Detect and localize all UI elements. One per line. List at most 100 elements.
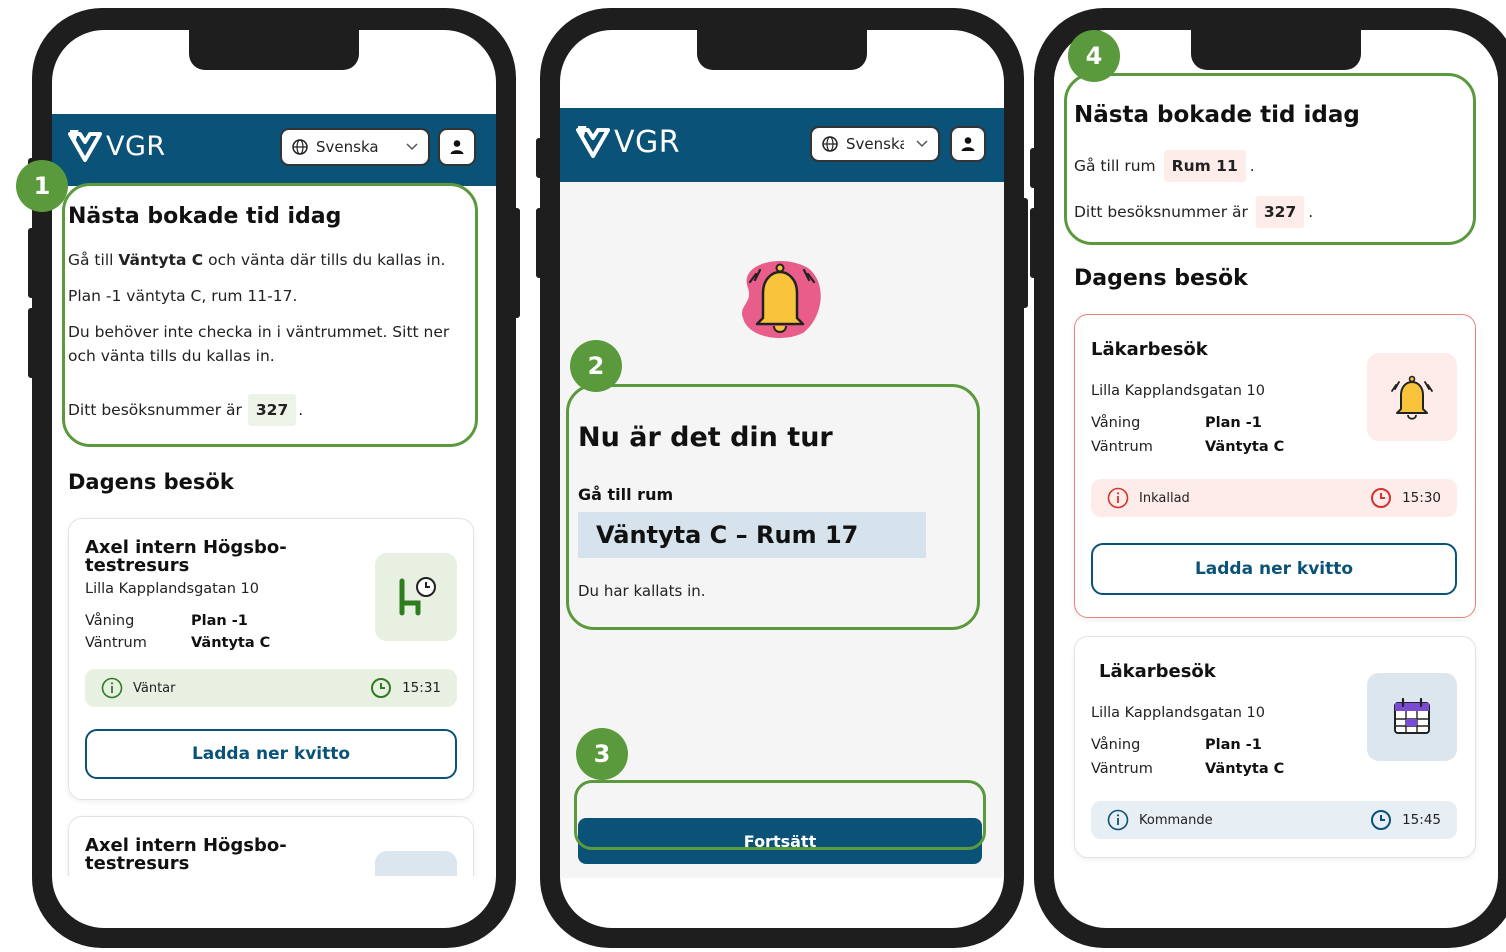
room-label: Väntrum	[1091, 439, 1153, 455]
app-header: VGR Svenska	[560, 108, 1004, 182]
app-viewport: VGR Svenska Nästa bokade tid idag Gå til…	[52, 114, 496, 876]
appointment-time: 15:31	[370, 677, 441, 699]
tutorial-canvas: VGR Svenska Nästa bokade tid idag Gå til…	[0, 0, 1506, 952]
goto-room-label: Gå till rum	[1074, 157, 1156, 175]
phone-screen-1: VGR Svenska Nästa bokade tid idag Gå til…	[52, 30, 496, 928]
language-select[interactable]: Svenska	[280, 128, 430, 166]
room-label: Väntrum	[1091, 761, 1153, 777]
visit-number: 327	[247, 394, 297, 427]
user-button[interactable]	[438, 128, 476, 166]
app-viewport: Nästa bokade tid idag Gå till rum Rum 11…	[1054, 70, 1498, 878]
phone-notch	[697, 30, 867, 70]
phone-side-button	[1016, 198, 1028, 308]
language-value: Svenska	[846, 135, 904, 153]
chevron-down-icon	[406, 143, 418, 151]
user-icon	[450, 140, 464, 154]
download-receipt-button[interactable]: Ladda ner kvitto	[85, 729, 457, 779]
download-receipt-button[interactable]: Ladda ner kvitto	[1091, 543, 1457, 595]
visit-card-called: Läkarbesök Lilla Kapplandsgatan 10 Vånin…	[1074, 314, 1476, 618]
clock-icon	[1371, 810, 1392, 830]
user-button[interactable]	[950, 126, 986, 162]
globe-icon	[822, 136, 838, 152]
checkin-info: Du behöver inte checka in i väntrummet. …	[68, 323, 450, 366]
waiting-area-name: Väntyta C	[118, 251, 204, 269]
waiting-icon-tile	[375, 553, 457, 641]
appointment-time: 15:30	[1370, 487, 1441, 509]
assigned-room: Rum 11	[1163, 150, 1246, 183]
calendar-icon-tile	[1367, 673, 1457, 761]
appointment-time: 15:45	[1370, 809, 1441, 831]
next-appointment-heading: Nästa bokade tid idag	[68, 204, 342, 229]
phone-notch	[1191, 30, 1361, 70]
logo-text: VGR	[614, 124, 681, 160]
phone-screen-3: Nästa bokade tid idag Gå till rum Rum 11…	[1054, 30, 1498, 928]
instruction-line: Gå till Väntyta C och vänta där tills du…	[68, 248, 445, 272]
app-viewport: VGR Svenska Nu är det din tur Gå till ru…	[560, 108, 1004, 878]
vgr-logo: VGR	[576, 124, 680, 160]
room-value: Väntyta C	[1205, 439, 1285, 455]
punctuation: .	[1308, 203, 1314, 221]
instruction-text: Gå till	[68, 251, 119, 269]
visit-card-upcoming: Läkarbesök Lilla Kapplandsgatan 10 Vånin…	[1074, 636, 1476, 858]
user-icon	[961, 137, 975, 151]
todays-visits-heading: Dagens besök	[1074, 266, 1248, 291]
bell-ringing-icon	[741, 260, 821, 338]
visit-number-label: Ditt besöksnummer är	[1074, 203, 1248, 221]
logo-text: VGR	[106, 130, 166, 162]
todays-visits-heading: Dagens besök	[68, 470, 234, 494]
your-turn-heading: Nu är det din tur	[578, 422, 833, 453]
language-value: Svenska	[316, 138, 379, 156]
room-value: Väntyta C	[191, 635, 271, 651]
visit-title: Axel intern Högsbo-testresurs	[85, 537, 287, 576]
goto-room-row: Gå till rum Rum 11 .	[1074, 150, 1255, 183]
vgr-logo-icon	[576, 126, 610, 158]
room-value: Väntyta C	[1205, 761, 1285, 777]
visit-number: 327	[1255, 196, 1305, 229]
step-badge-1: 1	[16, 160, 68, 212]
vgr-logo: VGR	[68, 128, 166, 164]
status-bar: Kommande 15:45	[1091, 801, 1457, 839]
chevron-down-icon	[916, 140, 928, 148]
phone-frame-1: VGR Svenska Nästa bokade tid idag Gå til…	[28, 8, 520, 948]
floor-info: Plan -1 väntyta C, rum 11-17.	[68, 287, 298, 305]
floor-value: Plan -1	[191, 613, 248, 629]
clock-icon	[1371, 488, 1392, 508]
clock-icon	[371, 678, 392, 698]
visit-title: Läkarbesök	[1099, 661, 1216, 682]
vgr-logo-icon	[68, 130, 102, 162]
assigned-room: Väntyta C – Rum 17	[578, 512, 926, 558]
info-icon	[1107, 809, 1129, 831]
visit-card: Axel intern Högsbo-testresurs	[68, 816, 474, 876]
continue-button[interactable]: Fortsätt	[578, 818, 982, 864]
phone-side-button	[1030, 208, 1042, 278]
time-value: 15:31	[402, 680, 441, 696]
status-bar: Väntar 15:31	[85, 669, 457, 707]
floor-value: Plan -1	[1205, 737, 1262, 753]
punctuation: .	[298, 401, 304, 419]
time-value: 15:30	[1402, 490, 1441, 506]
bell-icon	[1391, 375, 1433, 420]
calendar-icon	[396, 875, 436, 876]
language-select[interactable]: Svenska	[810, 126, 940, 162]
phone-frame-2: VGR Svenska Nu är det din tur Gå till ru…	[536, 8, 1028, 948]
status-text: Kommande	[1139, 812, 1213, 828]
floor-label: Våning	[85, 613, 135, 629]
phone-side-button	[28, 228, 40, 298]
calendar-icon	[1394, 697, 1430, 734]
phone-side-button	[536, 208, 548, 278]
called-in-text: Du har kallats in.	[578, 582, 706, 600]
status-text: Väntar	[133, 680, 176, 696]
visit-title: Läkarbesök	[1091, 339, 1208, 360]
globe-icon	[292, 139, 308, 155]
visit-address: Lilla Kapplandsgatan 10	[1091, 383, 1265, 399]
status-text: Inkallad	[1139, 490, 1190, 506]
phone-notch	[189, 30, 359, 70]
next-appointment-heading: Nästa bokade tid idag	[1074, 102, 1360, 128]
floor-value: Plan -1	[1205, 415, 1262, 431]
phone-side-button	[536, 138, 548, 178]
bell-icon-tile	[1367, 353, 1457, 441]
floor-label: Våning	[1091, 415, 1141, 431]
floor-label: Våning	[1091, 737, 1141, 753]
status-bar: Inkallad 15:30	[1091, 479, 1457, 517]
goto-room-label: Gå till rum	[578, 485, 674, 504]
